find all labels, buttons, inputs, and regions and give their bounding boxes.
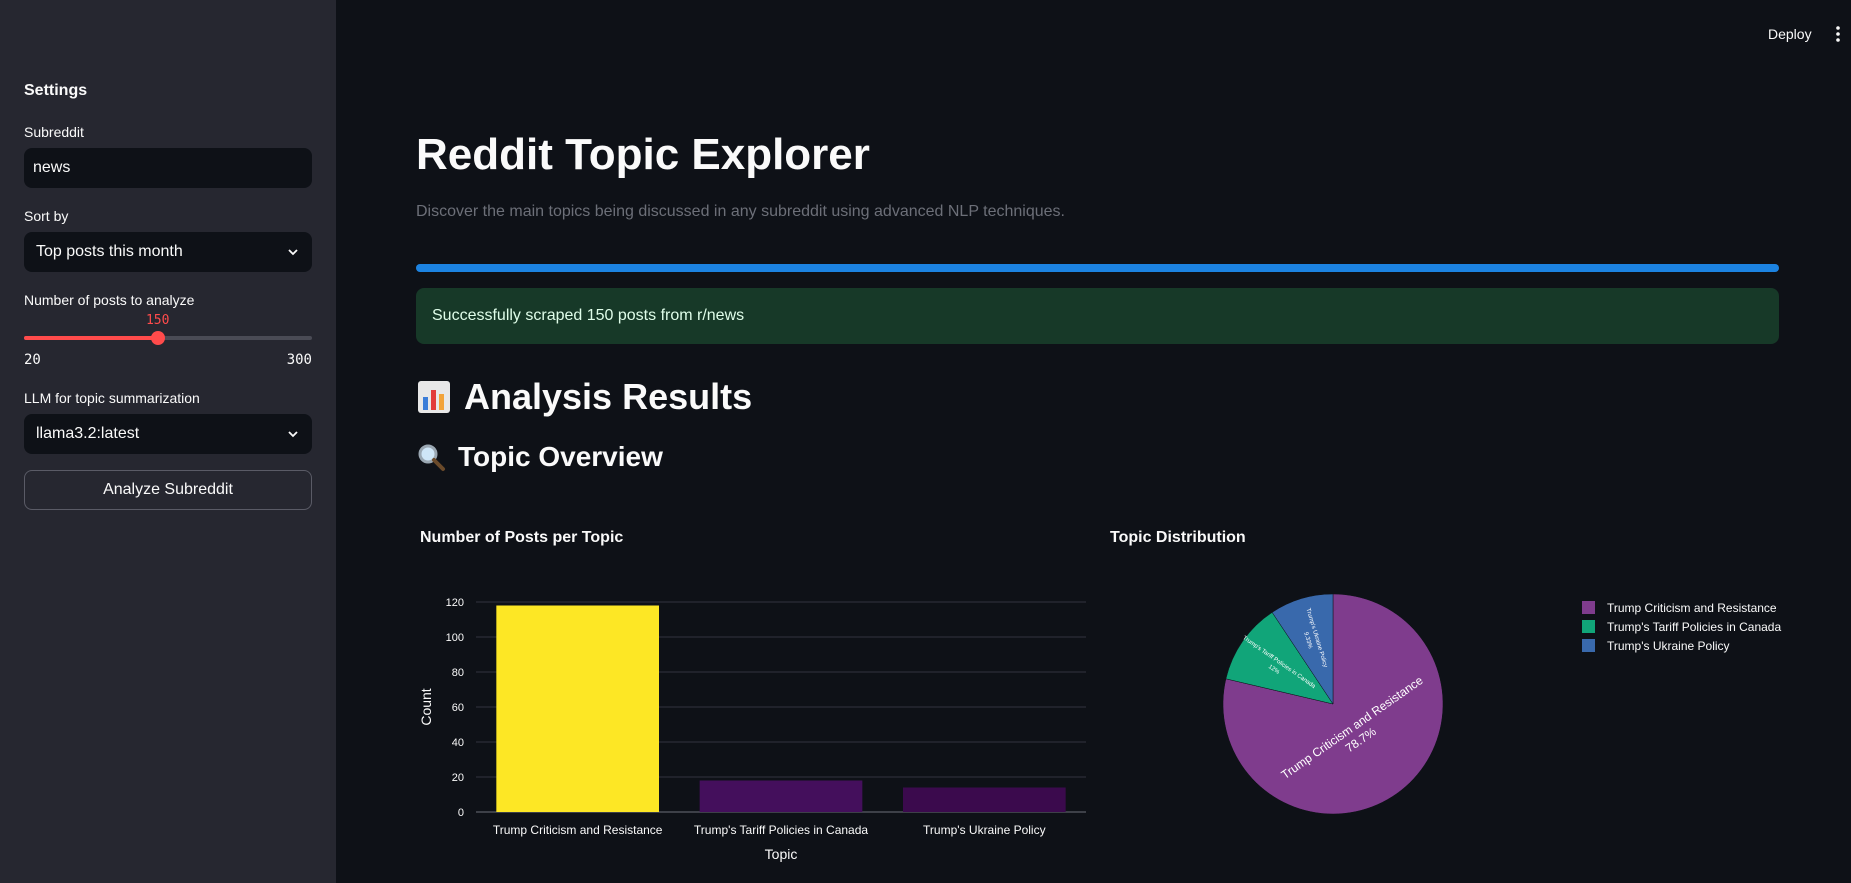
posts-slider-thumb[interactable] <box>150 331 165 345</box>
x-tick-label: Trump's Tariff Policies in Canada <box>694 823 868 837</box>
kebab-menu-icon[interactable] <box>1832 25 1844 43</box>
y-tick-label: 120 <box>446 597 464 609</box>
bar-chart-title: Number of Posts per Topic <box>420 529 624 546</box>
x-axis-label: Topic <box>765 846 798 862</box>
deploy-button[interactable]: Deploy <box>1768 26 1812 42</box>
legend-label: Trump's Tariff Policies in Canada <box>1607 619 1782 634</box>
analysis-results-heading: Analysis Results <box>416 376 752 418</box>
bar-chart-icon <box>418 381 450 413</box>
progress-bar-fill <box>416 264 1779 272</box>
subreddit-label: Subreddit <box>24 124 84 140</box>
y-tick-label: 0 <box>458 807 464 819</box>
y-tick-label: 60 <box>452 702 464 714</box>
magnifying-glass-icon <box>418 444 445 471</box>
topic-distribution-pie-chart: Trump Criticism and Resistance78.7%Trump… <box>1222 593 1444 815</box>
legend-label: Trump Criticism and Resistance <box>1607 600 1777 615</box>
legend-item[interactable]: Trump's Ukraine Policy <box>1582 636 1781 655</box>
legend-label: Trump's Ukraine Policy <box>1607 638 1730 653</box>
y-axis-label: Count <box>418 688 434 725</box>
legend-swatch <box>1582 620 1595 633</box>
llm-label: LLM for topic summarization <box>24 390 200 406</box>
sort-label: Sort by <box>24 208 69 224</box>
posts-slider-label: Number of posts to analyze <box>24 292 195 308</box>
topic-overview-text: Topic Overview <box>458 441 663 472</box>
legend-swatch <box>1582 639 1595 652</box>
analysis-results-text: Analysis Results <box>464 376 753 417</box>
posts-per-topic-bar-chart: 0 20 40 60 80 100 120 Trump Criticism and Resis… <box>418 597 1086 862</box>
x-tick-label: Trump's Ukraine Policy <box>923 823 1046 837</box>
chevron-down-icon <box>288 431 298 438</box>
pie-legend: Trump Criticism and Resistance Trump's Ta… <box>1582 598 1781 655</box>
llm-select-value: llama3.2:latest <box>36 425 140 442</box>
page-subtitle: Discover the main topics being discussed… <box>416 203 1065 220</box>
legend-item[interactable]: Trump's Tariff Policies in Canada <box>1582 617 1781 636</box>
llm-select[interactable]: llama3.2:latest <box>24 414 312 454</box>
analyze-subreddit-button[interactable]: Analyze Subreddit <box>24 470 312 510</box>
sort-select[interactable]: Top posts this month <box>24 232 312 272</box>
y-tick-label: 40 <box>452 737 464 749</box>
bar[interactable] <box>699 780 863 813</box>
pie-chart-title: Topic Distribution <box>1110 529 1246 546</box>
topic-overview-heading: Topic Overview <box>416 441 663 473</box>
x-tick-label: Trump Criticism and Resistance <box>493 823 663 837</box>
y-tick-label: 100 <box>446 632 464 644</box>
bar[interactable] <box>496 605 659 813</box>
legend-item[interactable]: Trump Criticism and Resistance <box>1582 598 1781 617</box>
sort-select-value: Top posts this month <box>36 243 183 260</box>
posts-slider-max: 300 <box>286 352 312 368</box>
progress-bar <box>416 264 1779 272</box>
subreddit-input[interactable]: news <box>24 148 312 188</box>
page-title: Reddit Topic Explorer <box>416 130 870 179</box>
bar[interactable] <box>903 787 1066 813</box>
sidebar: Settings Subreddit news Sort by Top post… <box>0 0 336 883</box>
legend-swatch <box>1582 601 1595 614</box>
posts-slider-min: 20 <box>24 352 41 368</box>
chevron-down-icon <box>288 249 298 256</box>
posts-slider[interactable] <box>24 331 312 345</box>
y-tick-label: 20 <box>452 772 464 784</box>
posts-slider-fill <box>24 336 158 340</box>
y-tick-label: 80 <box>452 667 464 679</box>
posts-slider-value: 150 <box>145 313 170 328</box>
sidebar-title: Settings <box>24 82 88 99</box>
success-alert: Successfully scraped 150 posts from r/ne… <box>416 288 1779 344</box>
